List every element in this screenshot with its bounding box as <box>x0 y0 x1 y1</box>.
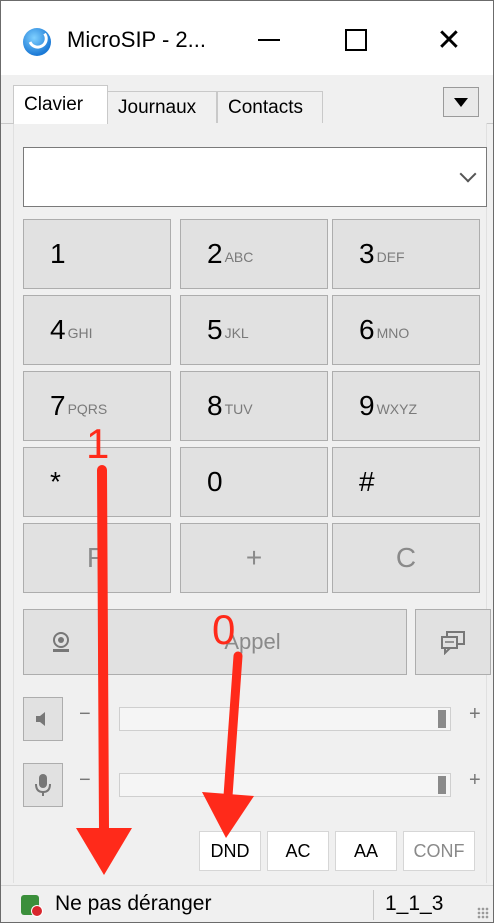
key-digit: 8 <box>207 390 223 421</box>
minimize-button[interactable] <box>239 15 299 65</box>
key-clear[interactable]: C <box>332 523 480 593</box>
key-redial[interactable]: R <box>23 523 171 593</box>
presence-dnd-icon[interactable] <box>21 895 43 917</box>
minimize-icon <box>258 39 280 41</box>
key-letters: GHI <box>67 325 93 341</box>
key-digit: 9 <box>359 390 375 421</box>
key-digit: 3 <box>359 238 375 269</box>
mic-minus-label: − <box>79 769 91 791</box>
annotation-label-1: 1 <box>86 420 110 467</box>
call-button[interactable]: Appel <box>99 609 407 675</box>
speaker-minus-label: − <box>79 703 91 725</box>
key-9[interactable]: 9 WXYZ <box>332 371 480 441</box>
video-call-button[interactable] <box>23 609 99 675</box>
key-digit: C <box>395 542 417 573</box>
key-letters: DEF <box>376 249 405 265</box>
mic-volume-thumb[interactable] <box>438 776 446 794</box>
key-digit: 2 <box>207 238 223 269</box>
key-1[interactable]: 1 <box>23 219 171 289</box>
microsip-app-icon <box>23 28 51 56</box>
speaker-icon <box>36 712 45 726</box>
key-plus[interactable]: + <box>180 523 328 593</box>
title-bar: MicroSIP - 2... ✕ <box>1 1 493 75</box>
status-text[interactable]: Ne pas déranger <box>55 892 211 916</box>
key-0[interactable]: 0 <box>180 447 328 517</box>
key-8[interactable]: 8 TUV <box>180 371 328 441</box>
key-4[interactable]: 4 GHI <box>23 295 171 365</box>
tab-clavier[interactable]: Clavier <box>13 85 108 124</box>
dropdown-arrow-icon <box>454 97 468 107</box>
speaker-volume-thumb[interactable] <box>438 710 446 728</box>
mic-mute-button[interactable] <box>23 763 63 807</box>
key-3[interactable]: 3 DEF <box>332 219 480 289</box>
message-button[interactable] <box>415 609 491 675</box>
key-6[interactable]: 6 MNO <box>332 295 480 365</box>
key-digit: R <box>86 542 108 573</box>
tab-journaux[interactable]: Journaux <box>107 91 217 123</box>
key-digit: # <box>359 466 375 497</box>
key-digit: 4 <box>50 314 66 345</box>
key-digit: 6 <box>359 314 375 345</box>
key-letters: MNO <box>376 325 410 341</box>
tab-contacts[interactable]: Contacts <box>217 91 323 123</box>
dial-number-input[interactable] <box>24 148 454 206</box>
window-title: MicroSIP - 2... <box>67 27 206 52</box>
key-letters: WXYZ <box>376 401 418 417</box>
key-digit: 1 <box>50 238 66 269</box>
key-digit: + <box>245 542 263 573</box>
maximize-button[interactable] <box>326 15 386 65</box>
key-digit: 7 <box>50 390 66 421</box>
key-letters: JKL <box>224 325 249 341</box>
key-5[interactable]: 5 JKL <box>180 295 328 365</box>
key-letters: ABC <box>224 249 254 265</box>
speaker-plus-label: + <box>469 703 481 725</box>
chat-icon <box>441 631 465 655</box>
dial-number-combobox[interactable] <box>23 147 487 207</box>
key-digit: * <box>50 466 61 497</box>
dnd-button[interactable]: DND <box>199 831 261 871</box>
annotation-label-0: 0 <box>212 606 236 653</box>
close-icon: ✕ <box>436 23 462 57</box>
tab-bar: Clavier Journaux Contacts <box>1 83 493 124</box>
key-digit: 5 <box>207 314 223 345</box>
speaker-mute-button[interactable] <box>23 697 63 741</box>
maximize-icon <box>345 29 367 51</box>
key-letters: TUV <box>224 401 253 417</box>
auto-answer-button[interactable]: AA <box>335 831 397 871</box>
dialer-panel: 1 2 ABC 3 DEF 4 GHI 5 JKL 6 MNO 7 PQRS 8 TUV 9 WXYZ * 0 # R +… <box>13 123 491 883</box>
status-bar: Ne pas déranger 1_1_3 <box>1 885 493 922</box>
close-button[interactable]: ✕ <box>419 15 479 65</box>
tab-menu-button[interactable] <box>443 87 479 117</box>
speaker-volume-slider[interactable] <box>119 707 451 731</box>
key-2[interactable]: 2 ABC <box>180 219 328 289</box>
account-label[interactable]: 1_1_3 <box>385 892 443 916</box>
key-hash[interactable]: # <box>332 447 480 517</box>
status-separator <box>373 890 374 920</box>
mic-plus-label: + <box>469 769 481 791</box>
mic-volume-slider[interactable] <box>119 773 451 797</box>
key-digit: 0 <box>207 466 223 497</box>
conference-button[interactable]: CONF <box>403 831 475 871</box>
chevron-down-icon[interactable] <box>459 165 477 183</box>
speaker-volume-row: − + <box>23 697 491 741</box>
mic-volume-row: − + <box>23 763 491 807</box>
key-letters: PQRS <box>67 401 108 417</box>
auto-conference-button[interactable]: AC <box>267 831 329 871</box>
resize-grip[interactable] <box>477 907 489 919</box>
webcam-icon <box>53 632 69 652</box>
microphone-icon <box>35 774 51 796</box>
microsip-window: MicroSIP - 2... ✕ Clavier Journaux Conta… <box>0 0 494 923</box>
